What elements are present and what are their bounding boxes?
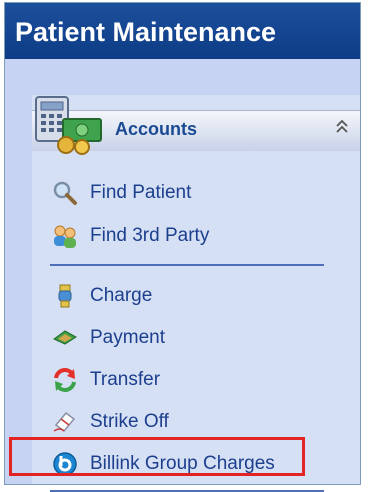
- selection-highlight: [9, 437, 305, 476]
- payment-item[interactable]: Payment: [52, 322, 165, 354]
- trophy-icon: [52, 283, 78, 309]
- double-chevron-up-icon[interactable]: [332, 117, 352, 141]
- magnifier-icon: [52, 180, 78, 206]
- strike-off-item[interactable]: Strike Off: [52, 406, 169, 438]
- item-label: Transfer: [90, 369, 161, 390]
- payment-icon: [52, 325, 78, 351]
- item-label: Strike Off: [90, 411, 169, 432]
- accounts-group-title: Accounts: [115, 119, 198, 139]
- transfer-icon: [52, 367, 78, 393]
- eraser-icon: [52, 409, 78, 435]
- accounts-group: Accounts Find Patient Find 3rd Party Cha…: [32, 95, 360, 492]
- find-3rd-party-item[interactable]: Find 3rd Party: [52, 220, 209, 252]
- transfer-item[interactable]: Transfer: [52, 364, 160, 396]
- item-label: Charge: [90, 285, 153, 306]
- people-icon: [52, 223, 78, 249]
- panel-title: Patient Maintenance: [5, 3, 360, 59]
- find-patient-item[interactable]: Find Patient: [52, 177, 191, 209]
- patient-maintenance-panel: Patient Maintenance Accounts Find Patien…: [4, 2, 361, 492]
- charge-item[interactable]: Charge: [52, 280, 152, 312]
- item-label: Find Patient: [90, 182, 192, 203]
- group-divider: [50, 264, 324, 266]
- item-label: Payment: [90, 327, 165, 348]
- accounts-calculator-icon: [30, 91, 106, 159]
- item-label: Find 3rd Party: [90, 225, 210, 246]
